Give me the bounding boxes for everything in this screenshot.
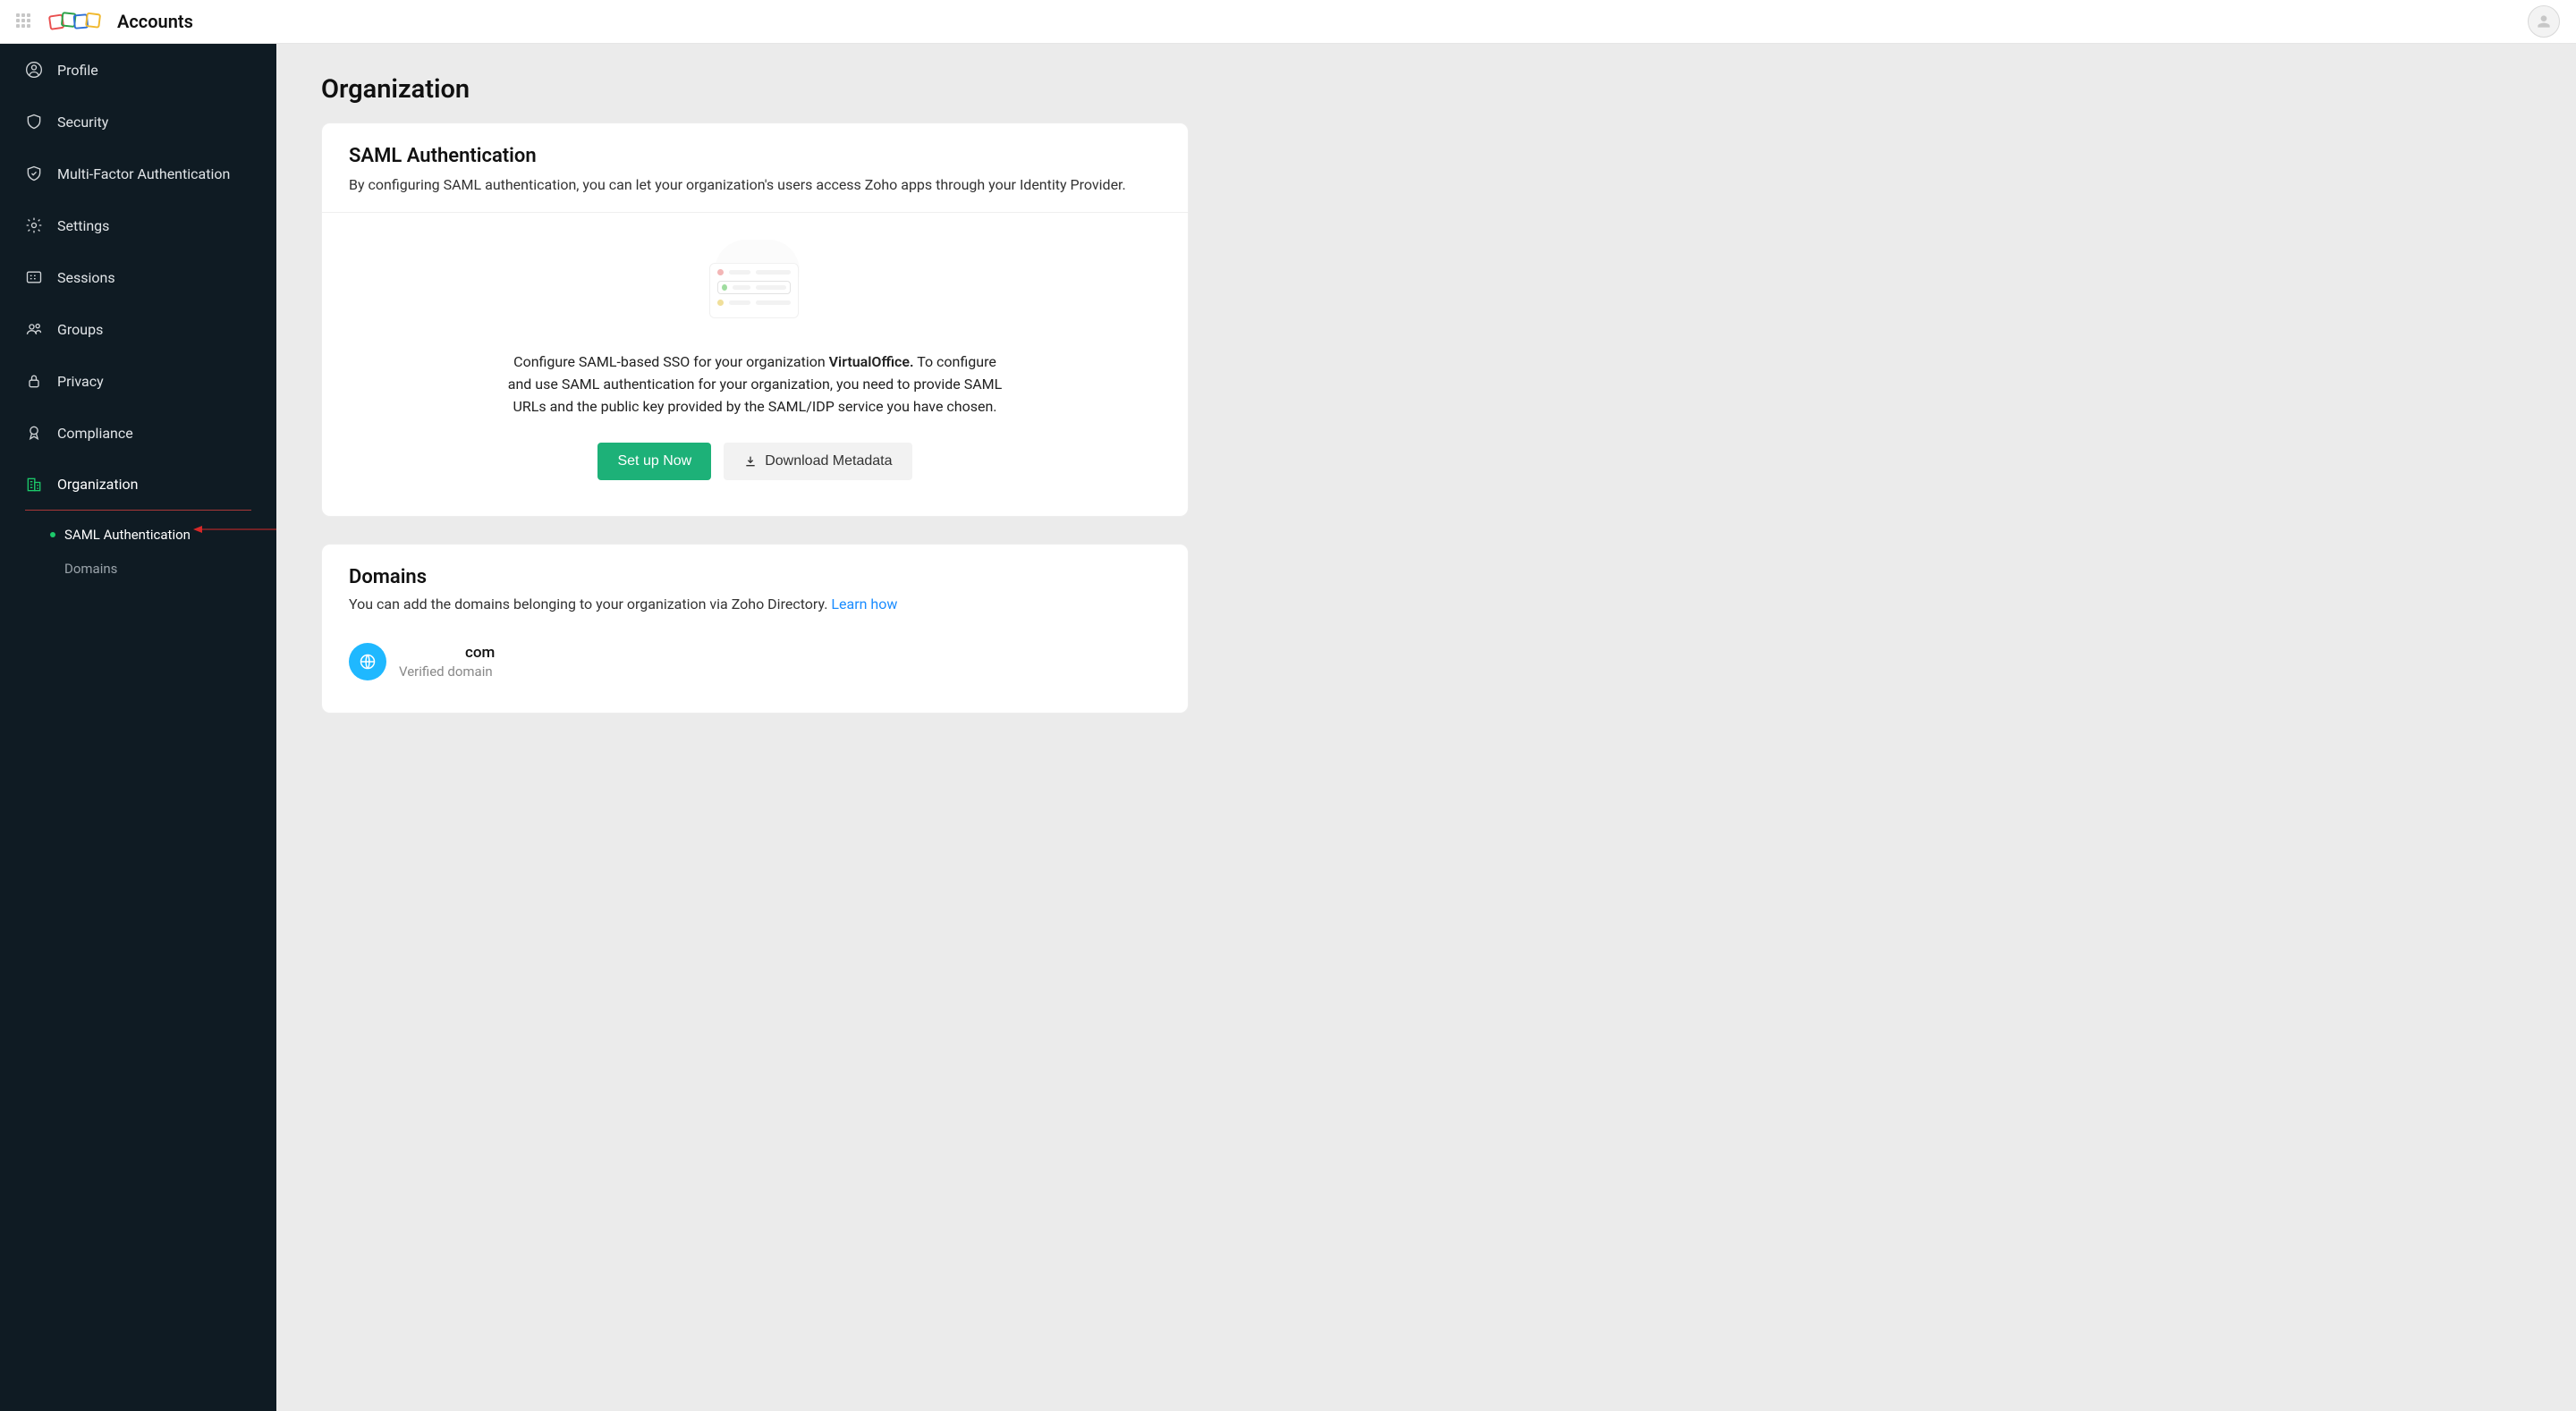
nav-settings[interactable]: Settings	[0, 199, 276, 251]
globe-icon	[349, 643, 386, 680]
nav-label: Profile	[57, 62, 98, 79]
subnav-saml[interactable]: SAML Authentication	[0, 518, 276, 552]
domains-subtitle: You can add the domains belonging to you…	[349, 596, 1161, 613]
app-launcher-icon[interactable]	[16, 13, 32, 30]
zoho-logo	[48, 9, 106, 34]
nav-label: Organization	[57, 476, 138, 493]
nav-compliance[interactable]: Compliance	[0, 407, 276, 459]
saml-description: Configure SAML-based SSO for your organi…	[504, 351, 1005, 418]
lock-icon	[25, 372, 43, 390]
nav-privacy[interactable]: Privacy	[0, 355, 276, 407]
subnav-domains[interactable]: Domains	[0, 552, 276, 586]
learn-how-link[interactable]: Learn how	[831, 596, 897, 613]
nav-label: Settings	[57, 217, 109, 234]
saml-card: SAML Authentication By configuring SAML …	[321, 123, 1189, 517]
nav-organization[interactable]: Organization	[25, 459, 251, 511]
app-name: Accounts	[117, 11, 193, 32]
shield-icon	[25, 113, 43, 131]
domain-status: Verified domain	[399, 663, 495, 680]
domains-card: Domains You can add the domains belongin…	[321, 544, 1189, 714]
nav-label: Groups	[57, 321, 103, 338]
user-icon	[25, 61, 43, 79]
nav-label: Security	[57, 114, 108, 131]
download-label: Download Metadata	[765, 453, 892, 469]
shield-check-icon	[25, 165, 43, 182]
nav-security[interactable]: Security	[0, 96, 276, 148]
nav-label: Sessions	[57, 269, 115, 286]
profile-avatar[interactable]	[2528, 5, 2560, 38]
groups-icon	[25, 320, 43, 338]
gear-icon	[25, 216, 43, 234]
saml-title: SAML Authentication	[349, 145, 1161, 167]
nav-label: Multi-Factor Authentication	[57, 165, 230, 182]
nav-sessions[interactable]: Sessions	[0, 251, 276, 303]
saml-subtitle: By configuring SAML authentication, you …	[349, 174, 1161, 196]
nav-mfa[interactable]: Multi-Factor Authentication	[0, 148, 276, 199]
nav-label: Privacy	[57, 373, 104, 390]
nav-profile[interactable]: Profile	[0, 44, 276, 96]
setup-now-button[interactable]: Set up Now	[597, 443, 711, 480]
sidebar: Profile Security Multi-Factor Authentica…	[0, 44, 276, 1411]
domain-name: com	[399, 644, 495, 662]
building-icon	[25, 476, 43, 494]
subnav-label: Domains	[64, 561, 117, 577]
domains-title: Domains	[349, 566, 1161, 588]
saml-illustration	[706, 240, 804, 338]
download-metadata-button[interactable]: Download Metadata	[724, 443, 911, 480]
nav-label: Compliance	[57, 425, 133, 442]
nav-groups[interactable]: Groups	[0, 303, 276, 355]
page-title: Organization	[321, 74, 1189, 105]
badge-icon	[25, 424, 43, 442]
sessions-icon	[25, 268, 43, 286]
active-dot-icon	[50, 532, 55, 537]
download-icon	[743, 454, 758, 469]
subnav-label: SAML Authentication	[64, 527, 191, 543]
